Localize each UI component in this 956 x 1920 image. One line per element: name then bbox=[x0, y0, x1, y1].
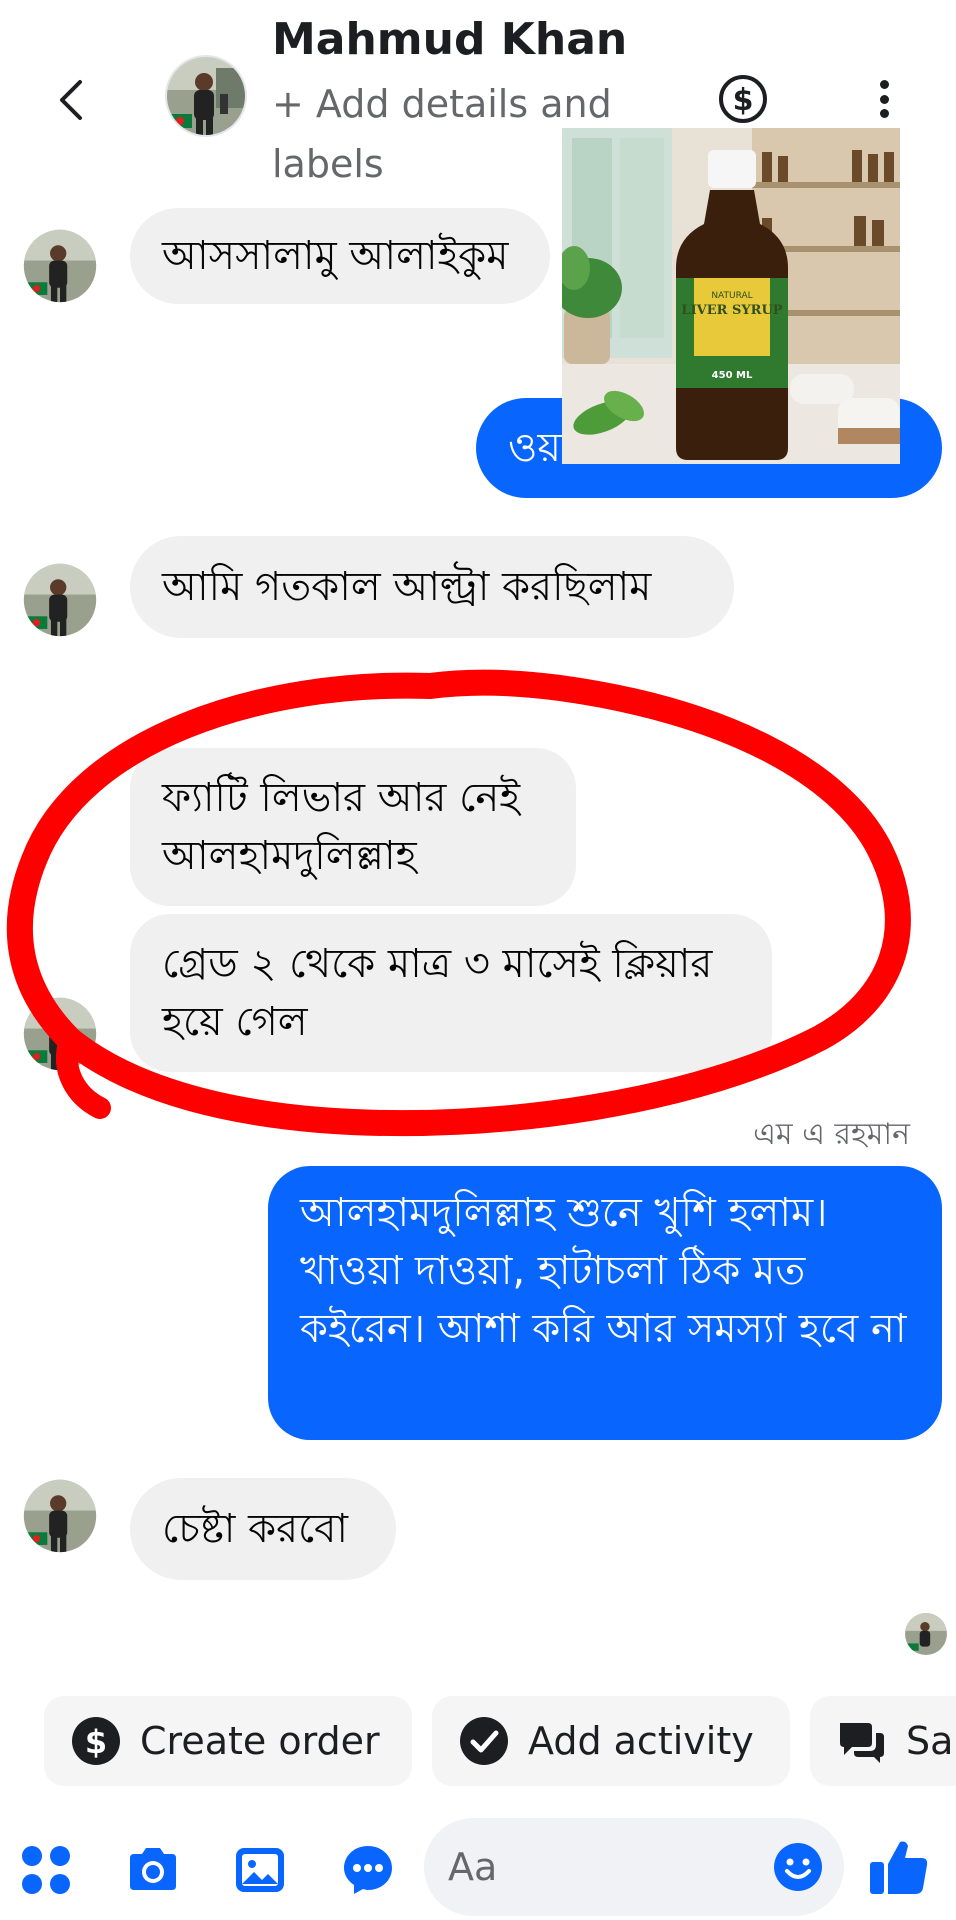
outgoing-message[interactable]: আলহামদুলিল্লাহ শুনে খুশি হলাম। খাওয়া দা… bbox=[268, 1166, 942, 1440]
thumbs-up-icon bbox=[870, 1841, 928, 1894]
add-activity-label: Add activity bbox=[528, 1719, 754, 1763]
incoming-message[interactable]: আমি গতকাল আল্ট্রা করছিলাম bbox=[130, 536, 734, 638]
dollar-icon: $ bbox=[719, 75, 767, 123]
back-button[interactable] bbox=[46, 70, 96, 130]
chat-bubbles-icon bbox=[840, 1723, 884, 1763]
saved-replies-label: Sa bbox=[906, 1719, 954, 1763]
svg-text:$: $ bbox=[85, 1723, 107, 1761]
message-input[interactable] bbox=[446, 1844, 750, 1890]
camera-button[interactable] bbox=[124, 1842, 180, 1898]
svg-text:$: $ bbox=[733, 83, 754, 118]
product-label-volume: 450 ML bbox=[712, 370, 753, 381]
add-activity-button[interactable]: Add activity bbox=[432, 1696, 790, 1786]
chevron-left-icon bbox=[60, 80, 82, 120]
sender-avatar[interactable] bbox=[22, 562, 98, 638]
product-label-brand: NATURAL bbox=[711, 291, 752, 301]
more-dot bbox=[879, 94, 889, 104]
contact-avatar[interactable] bbox=[164, 54, 248, 138]
emoji-icon[interactable] bbox=[772, 1841, 824, 1893]
check-circle-icon bbox=[460, 1717, 508, 1765]
message-composer[interactable] bbox=[424, 1818, 844, 1916]
sender-label: এম এ রহমান bbox=[753, 1117, 910, 1152]
more-dot bbox=[879, 80, 889, 89]
incoming-message[interactable]: চেষ্টা করবো bbox=[130, 1478, 396, 1580]
payment-button[interactable]: $ bbox=[716, 72, 770, 126]
contact-name[interactable]: Mahmud Khan bbox=[272, 14, 627, 65]
messenger-apps-button[interactable] bbox=[340, 1842, 396, 1898]
sender-avatar[interactable] bbox=[22, 996, 98, 1072]
dollar-icon: $ bbox=[72, 1717, 120, 1765]
product-label-name: LIVER SYRUP bbox=[681, 303, 782, 318]
seen-receipt-avatar bbox=[904, 1612, 948, 1656]
more-dot bbox=[879, 109, 889, 118]
more-actions-button[interactable] bbox=[18, 1842, 74, 1898]
chat-dots-icon bbox=[344, 1846, 392, 1894]
like-button[interactable] bbox=[868, 1836, 930, 1898]
more-options-button[interactable] bbox=[862, 72, 906, 126]
saved-replies-button[interactable]: Sa bbox=[810, 1696, 956, 1786]
camera-icon bbox=[130, 1848, 176, 1890]
incoming-message[interactable]: আসসালামু আলাইকুম bbox=[130, 208, 550, 304]
product-image: NATURAL LIVER SYRUP 450 ML bbox=[562, 128, 900, 464]
four-dots-icon bbox=[22, 1846, 70, 1894]
sender-avatar[interactable] bbox=[22, 1478, 98, 1554]
create-order-label: Create order bbox=[140, 1719, 380, 1763]
incoming-message[interactable]: গ্রেড ২ থেকে মাত্র ৩ মাসেই ক্লিয়ার হয়ে… bbox=[130, 914, 772, 1072]
incoming-message[interactable]: ফ্যাটি লিভার আর নেই আলহামদুলিল্লাহ bbox=[130, 748, 576, 906]
gallery-button[interactable] bbox=[232, 1842, 288, 1898]
create-order-button[interactable]: $ Create order bbox=[44, 1696, 412, 1786]
image-icon bbox=[236, 1848, 284, 1892]
sender-avatar[interactable] bbox=[22, 228, 98, 304]
